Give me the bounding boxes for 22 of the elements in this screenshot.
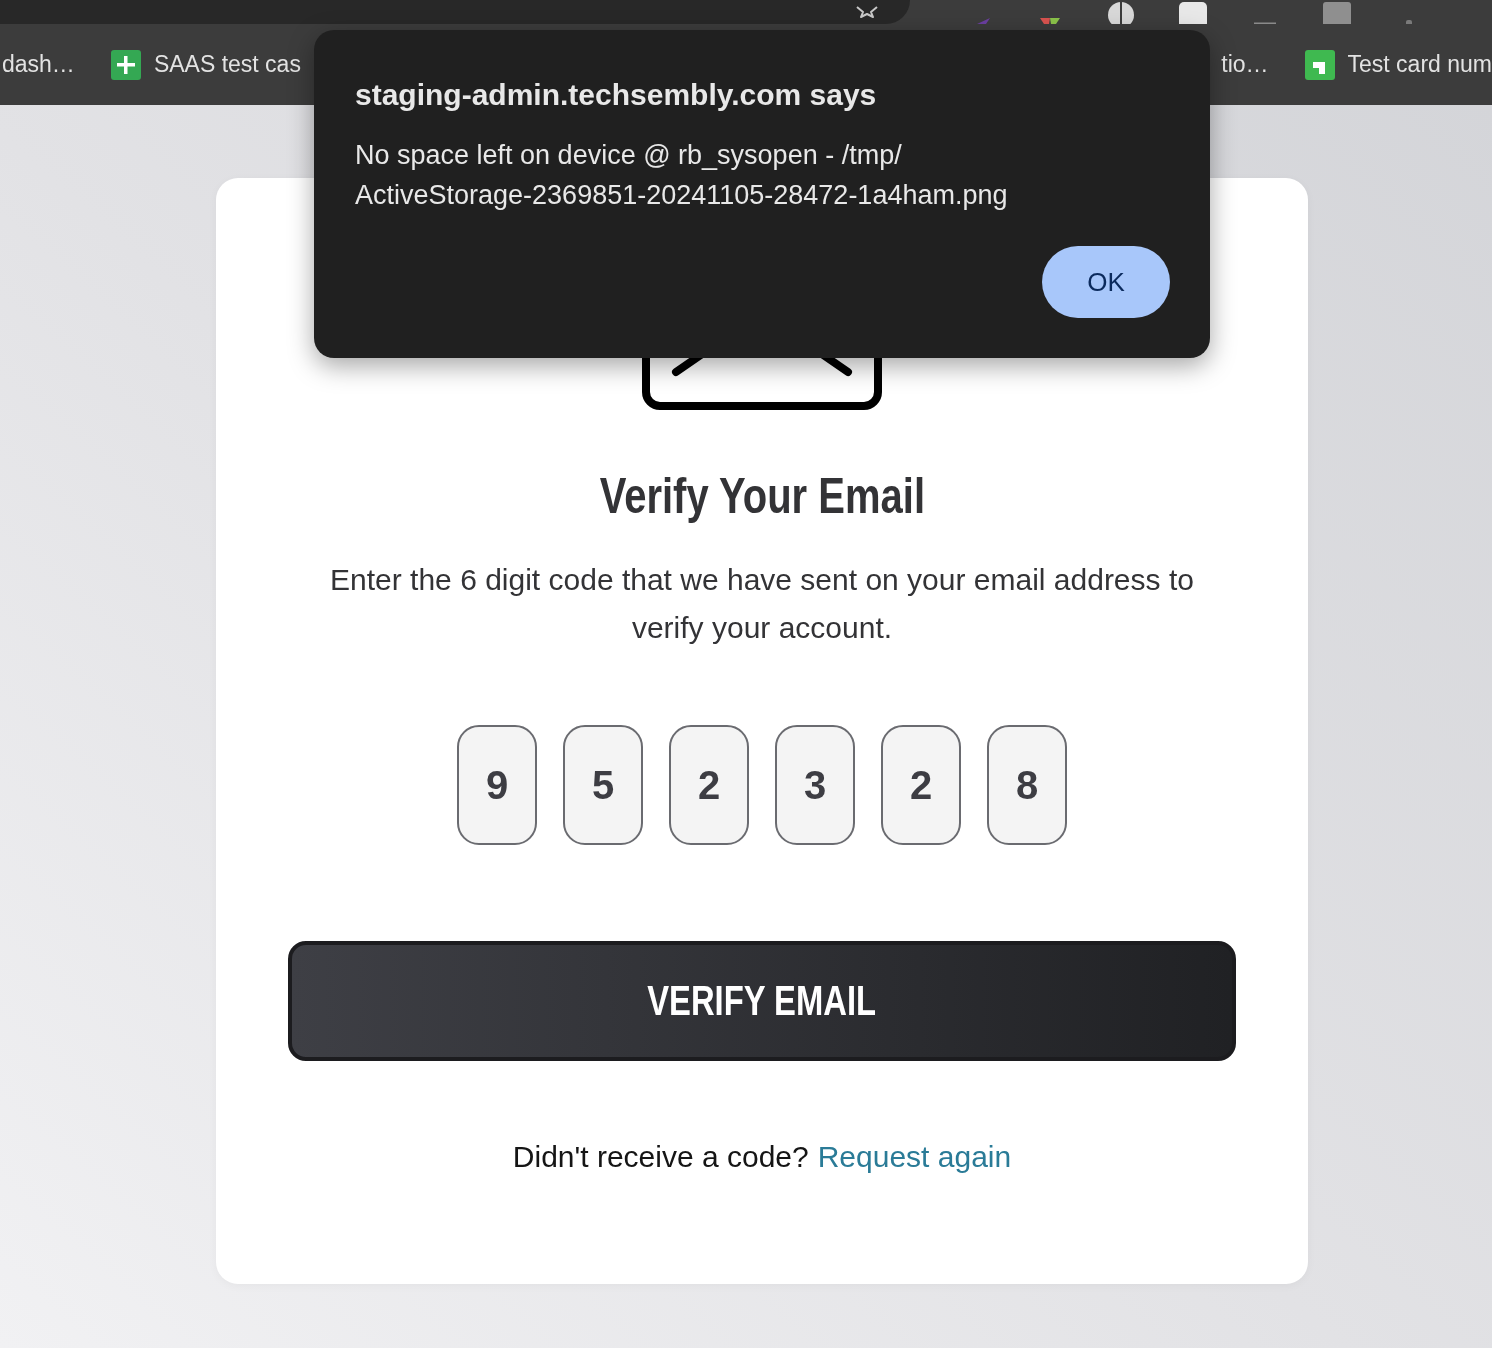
verify-email-button[interactable]: VERIFY EMAIL — [288, 941, 1236, 1061]
code-digit-field[interactable]: 2 — [669, 725, 749, 845]
dialog-title: staging-admin.techsembly.com says — [355, 77, 878, 113]
bookmark-link[interactable]: dash… — [2, 51, 75, 78]
dialog-message: No space left on device @ rb_sysopen - /tmp/ActiveStorage-2369851-20241105-28472-1a4ham.png — [355, 139, 1009, 212]
page-title: Verify Your Email — [599, 470, 925, 522]
spreadsheet-icon — [110, 49, 141, 80]
resend-prompt-text: Didn't receive a code? — [512, 1139, 809, 1175]
code-digit-field[interactable]: 5 — [563, 725, 643, 845]
code-digit-field[interactable]: 8 — [987, 725, 1067, 845]
bookmark-link[interactable]: tio… — [1221, 51, 1269, 78]
ok-button[interactable]: OK — [1042, 246, 1170, 318]
request-again-link[interactable]: Request again — [817, 1137, 1012, 1177]
globe-icon[interactable] — [1106, 0, 1136, 24]
code-digit-field[interactable]: 3 — [775, 725, 855, 845]
extension-icon[interactable] — [1178, 0, 1208, 24]
instruction-text: Enter the 6 digit code that we have sent on your email address to verify your account. — [329, 562, 1195, 646]
bookmark-link[interactable]: Test card num — [1304, 49, 1492, 80]
code-digit-field[interactable]: 2 — [881, 725, 961, 845]
code-digit-field[interactable]: 9 — [457, 725, 537, 845]
bookmark-link[interactable]: SAAS test cas — [110, 49, 301, 80]
document-icon — [1304, 49, 1335, 80]
